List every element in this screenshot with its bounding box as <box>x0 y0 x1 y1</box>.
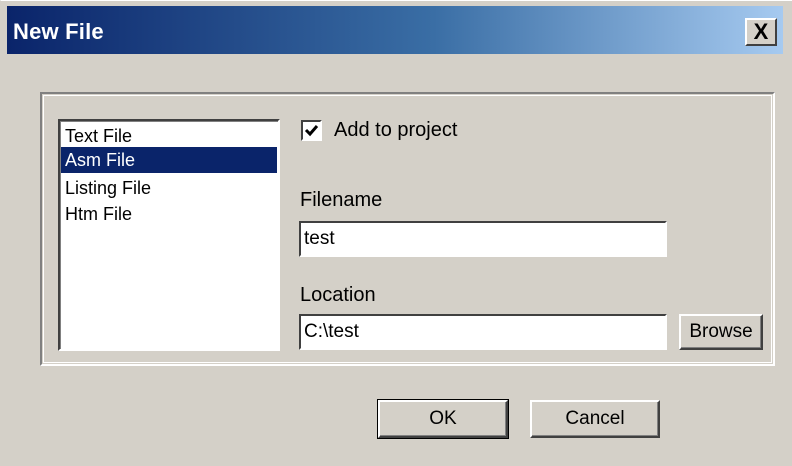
list-item-asm-file[interactable]: Asm File <box>61 147 277 173</box>
location-field[interactable]: C:\test <box>299 314 667 350</box>
window-title: New File <box>13 19 104 44</box>
cancel-button[interactable]: Cancel <box>530 400 660 438</box>
title-bar[interactable]: New File X <box>7 6 783 54</box>
checkmark-icon <box>304 125 319 137</box>
list-item-text-file[interactable]: Text File <box>61 123 277 149</box>
new-file-dialog: New File X Text File Asm File Listing Fi… <box>0 0 792 466</box>
browse-button[interactable]: Browse <box>679 314 763 350</box>
add-to-project-label[interactable]: Add to project <box>334 119 457 142</box>
filename-field[interactable]: test <box>299 221 667 257</box>
add-to-project-checkbox[interactable] <box>301 120 322 141</box>
close-button[interactable]: X <box>745 18 777 46</box>
close-icon: X <box>753 19 769 44</box>
file-type-list[interactable]: Text File Asm File Listing File Htm File <box>58 119 280 351</box>
location-label: Location <box>300 284 376 306</box>
ok-button[interactable]: OK <box>377 399 509 439</box>
filename-label: Filename <box>300 189 383 211</box>
list-item-listing-file[interactable]: Listing File <box>61 175 277 201</box>
list-item-htm-file[interactable]: Htm File <box>61 201 277 227</box>
